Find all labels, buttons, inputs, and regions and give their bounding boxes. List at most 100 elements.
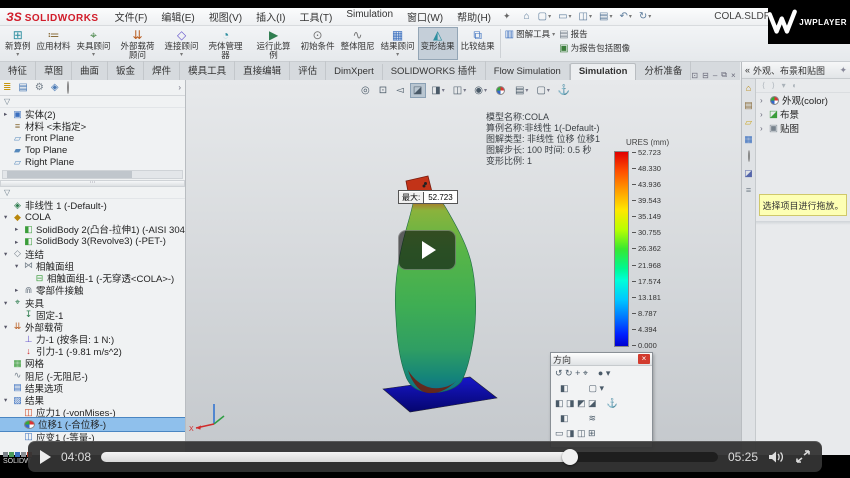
configurationmanager-tab-icon[interactable]: ⚙	[35, 82, 44, 93]
menu-item[interactable]: 窗口(W)	[401, 8, 449, 25]
study-tree-row[interactable]: ▾ ⇊ 外部载荷	[0, 321, 185, 333]
study-tree-row[interactable]: ↧ 固定-1	[0, 309, 185, 321]
study-tree-filter[interactable]: ▽	[0, 187, 185, 199]
edit-appearance-icon[interactable]	[492, 84, 510, 97]
study-tree-row[interactable]: ▾ ⌖ 夹具	[0, 296, 185, 308]
tab-overflow-icon[interactable]: ›	[178, 83, 181, 92]
menu-item[interactable]: Simulation	[340, 8, 399, 25]
expand-arrow-icon[interactable]: ▾	[4, 323, 12, 331]
expand-arrow-icon[interactable]: ▸	[4, 110, 12, 118]
graphics-viewport[interactable]: ◎ ⊡ ◅ ◪	[186, 80, 741, 455]
commandmanager-tab[interactable]: 草图	[36, 61, 72, 80]
open-icon[interactable]: ▭▾	[555, 10, 574, 23]
file-explorer-tab-icon[interactable]: ▱	[745, 117, 752, 127]
ribbon-button[interactable]: ≔ 应用材料	[34, 27, 74, 60]
save-icon[interactable]: ◫▾	[576, 10, 595, 23]
commandmanager-tab[interactable]: DimXpert	[326, 64, 383, 80]
study-tree-row[interactable]: ▾ ◇ 连结	[0, 248, 185, 260]
expand-arrow-icon[interactable]: ▾	[4, 396, 12, 404]
plot-tools-button[interactable]: ▥ 图解工具 ▾	[505, 28, 555, 40]
expand-arrow-icon[interactable]: ▾	[4, 299, 12, 307]
study-tree-row[interactable]: ∿ 阻尼 (-无阻尼-)	[0, 370, 185, 382]
view-palette-tab-icon[interactable]: ▦	[744, 134, 753, 144]
zoom-area-icon[interactable]: ⊡	[376, 83, 391, 98]
undo-icon[interactable]: ↶▾	[616, 10, 634, 23]
study-tree-row[interactable]: ▸ ◧ SolidBody 3(Revolve3) (-PET-)	[0, 236, 185, 248]
scrollbar-thumb[interactable]	[7, 171, 132, 178]
display-style-icon[interactable]: ◫ ▾	[450, 83, 469, 98]
horizontal-scrollbar[interactable]	[2, 170, 183, 179]
rebuild-icon[interactable]: ↻▾	[636, 10, 654, 23]
menu-item[interactable]: 帮助(H)	[451, 8, 497, 25]
menu-item[interactable]: 编辑(E)	[155, 8, 200, 25]
ribbon-button[interactable]: ⌖ 夹具顾问 ▾	[74, 27, 114, 60]
expand-arrow-icon[interactable]: ▾	[4, 250, 12, 258]
commandmanager-tab[interactable]: Flow Simulation	[486, 64, 570, 80]
home-icon[interactable]: ⌂	[521, 10, 534, 23]
ribbon-button[interactable]: ⊙ 初始条件	[298, 27, 338, 60]
orientation-icon-row[interactable]: ◧ ≋	[551, 411, 652, 426]
study-tree-row[interactable]: ▸ ◧ SolidBody 2(凸台-拉伸1) (-AISI 304-)	[0, 223, 185, 235]
tree-row[interactable]: ▱ Front Plane	[0, 132, 185, 144]
dimxpertmanager-tab-icon[interactable]: ◈	[51, 82, 59, 93]
collapse-icon[interactable]: «	[745, 65, 750, 75]
pin-icon[interactable]: ✦	[839, 65, 847, 76]
ribbon-button[interactable]: ◇ 连接顾问 ▾	[162, 27, 202, 60]
apply-scene-icon[interactable]: ▤ ▾	[512, 83, 531, 98]
ribbon-button[interactable]: ⊞ 新算例 ▾	[2, 27, 34, 60]
print-icon[interactable]: ▤▾	[596, 10, 615, 23]
orientation-icon-row[interactable]: ↺ ↻ + ⌖ ● ▾	[551, 366, 652, 381]
orientation-icon-row[interactable]: ▭ ◨ ◫ ⊞	[551, 426, 652, 441]
commandmanager-tab[interactable]: 特征	[0, 61, 36, 80]
tree-row[interactable]: ▱ Right Plane	[0, 157, 185, 169]
tree-row[interactable]: ▰ Top Plane	[0, 145, 185, 157]
study-tree-row[interactable]: ▾ ⋈ 相触面组	[0, 260, 185, 272]
appearance-tree-item[interactable]: › ◪ 布景	[756, 107, 850, 121]
study-tree-row[interactable]: ◫ 应力1 (-vonMises-)	[0, 406, 185, 418]
orientation-dialog[interactable]: 方向 × ↺ ↻ + ⌖ ● ▾ ◧ ▢ ▾◧ ◨ ◩ ◪ ⚓ ◧ ≋▭ ◨ ◫…	[550, 352, 653, 448]
document-window-button[interactable]: ×	[731, 71, 736, 80]
ribbon-button[interactable]: ◔ 壳体管理器	[202, 27, 250, 60]
propertymanager-tab-icon[interactable]: ▤	[18, 82, 27, 93]
progress-bar[interactable]	[101, 452, 718, 462]
video-play-overlay-button[interactable]	[398, 230, 456, 270]
expand-arrow-icon[interactable]: ▾	[15, 262, 23, 270]
expand-arrow-icon[interactable]: ▸	[15, 286, 23, 294]
study-tree-row[interactable]: ▾ ◆ COLA	[0, 211, 185, 223]
commandmanager-tab[interactable]: 曲面	[72, 61, 108, 80]
progress-handle[interactable]	[562, 449, 578, 465]
hide-show-items-icon[interactable]: ◉ ▾	[471, 83, 490, 98]
expand-arrow-icon[interactable]: ›	[760, 124, 767, 133]
study-tree-row[interactable]: ▾ ▨ 结果	[0, 394, 185, 406]
pin-icon[interactable]: ✦	[503, 11, 511, 22]
3d-drawing-view-icon[interactable]: ⚓	[555, 83, 574, 98]
close-icon[interactable]: ×	[638, 354, 650, 364]
study-tree-row[interactable]: ⊟ 相触面组-1 (-无穿透<COLA>-)	[0, 272, 185, 284]
design-library-tab-icon[interactable]: ▤	[744, 100, 753, 110]
menu-item[interactable]: 插入(I)	[250, 8, 291, 25]
volume-button[interactable]	[768, 450, 786, 464]
orientation-icon-row[interactable]: ◧ ◨ ◩ ◪ ⚓	[551, 396, 652, 411]
ribbon-button[interactable]: ▦ 结果顾问 ▾	[378, 27, 418, 60]
appearances-tab-icon[interactable]	[747, 151, 751, 161]
ribbon-button[interactable]: ⧉ 比较结果	[458, 27, 498, 60]
expand-arrow-icon[interactable]: ▾	[4, 213, 12, 221]
ribbon-button[interactable]: ∿ 整体阻尼	[338, 27, 378, 60]
previous-view-icon[interactable]: ◅	[393, 83, 408, 98]
menu-item[interactable]: 工具(T)	[294, 8, 339, 25]
view-settings-icon[interactable]: ▢ ▾	[533, 83, 552, 98]
study-tree-row[interactable]: ⊥ 力-1 (按条目: 1 N:)	[0, 333, 185, 345]
menu-item[interactable]: 视图(V)	[203, 8, 248, 25]
commandmanager-tab[interactable]: 直接编辑	[235, 61, 290, 80]
document-window-button[interactable]: ⊟	[702, 71, 709, 80]
expand-arrow-icon[interactable]: ▸	[15, 225, 23, 233]
custom-properties-tab-icon[interactable]: ◪	[744, 168, 753, 178]
orientation-icon-row[interactable]: ◧ ▢ ▾	[551, 381, 652, 396]
commandmanager-tab[interactable]: 分析准备	[636, 61, 691, 80]
document-window-button[interactable]: ⧉	[721, 70, 727, 80]
commandmanager-tab[interactable]: 钣金	[108, 61, 144, 80]
section-view-icon[interactable]: ◪	[410, 83, 426, 98]
expand-arrow-icon[interactable]: ›	[760, 110, 767, 119]
study-tree-row[interactable]: ↓ 引力-1 (-9.81 m/s^2)	[0, 345, 185, 357]
ribbon-button[interactable]: ◭ 变形结果	[418, 27, 458, 60]
